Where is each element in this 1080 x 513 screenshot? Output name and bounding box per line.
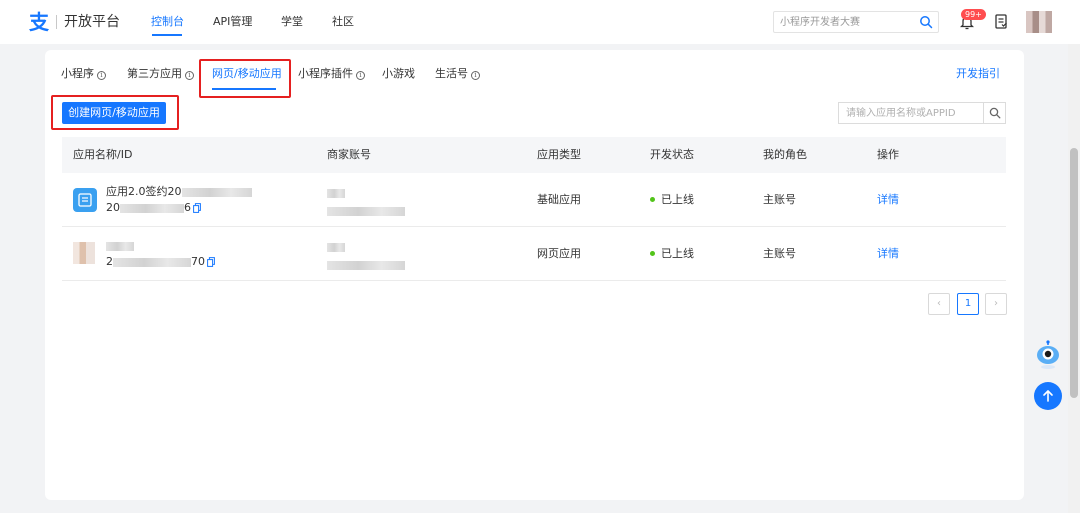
status-text: 已上线 <box>661 193 694 206</box>
column-header-merchant-account: 商家账号 <box>327 148 371 161</box>
redacted-text <box>120 203 184 213</box>
dev-status: 已上线 <box>650 193 694 207</box>
app-icon <box>73 188 97 212</box>
table-row: 应用2.0签约20 20 6 基础应用 已上线 主账号 详情 <box>62 173 1006 227</box>
info-icon[interactable]: i <box>356 71 365 80</box>
column-header-dev-status: 开发状态 <box>650 148 694 161</box>
app-id-suffix: 70 <box>191 255 205 268</box>
scrollbar-thumb[interactable] <box>1070 148 1078 398</box>
back-to-top-button[interactable] <box>1034 382 1062 410</box>
alipay-logo-icon[interactable]: 支 <box>28 11 50 33</box>
pagination-prev-button[interactable]: ‹ <box>928 293 950 315</box>
merchant-account <box>327 240 345 254</box>
tab-life-account[interactable]: 生活号 i <box>435 66 480 82</box>
merchant-account <box>327 186 345 200</box>
platform-title[interactable]: 开放平台 <box>64 12 120 32</box>
app-id: 2 70 <box>106 255 215 269</box>
app-id: 20 6 <box>106 201 201 215</box>
user-avatar[interactable] <box>1026 11 1052 33</box>
tab-label: 小游戏 <box>382 67 415 80</box>
tab-mini-program-plugin[interactable]: 小程序插件 i <box>298 66 365 82</box>
status-text: 已上线 <box>661 247 694 260</box>
create-web-mobile-app-button[interactable]: 创建网页/移动应用 <box>62 102 166 124</box>
detail-link[interactable]: 详情 <box>877 193 899 207</box>
table-header: 应用名称/ID 商家账号 应用类型 开发状态 我的角色 操作 <box>62 137 1006 173</box>
redacted-text <box>327 188 345 198</box>
nav-academy[interactable]: 学堂 <box>281 14 303 30</box>
merchant-account-detail <box>327 258 405 272</box>
detail-link[interactable]: 详情 <box>877 247 899 261</box>
assistant-robot-icon[interactable] <box>1035 340 1061 370</box>
document-icon <box>78 193 92 207</box>
copy-icon[interactable] <box>193 203 201 213</box>
tab-label: 小程序 <box>61 67 94 80</box>
pagination-next-button[interactable]: › <box>985 293 1007 315</box>
merchant-account-detail <box>327 204 405 218</box>
my-role: 主账号 <box>763 247 796 260</box>
dev-guide-link[interactable]: 开发指引 <box>956 66 1000 82</box>
tab-label: 网页/移动应用 <box>212 67 282 80</box>
redacted-text <box>106 241 134 251</box>
tab-web-mobile-app[interactable]: 网页/移动应用 <box>212 66 282 82</box>
redacted-text <box>327 260 405 270</box>
tab-mini-program[interactable]: 小程序 i <box>61 66 106 82</box>
app-search-button[interactable] <box>983 103 1005 123</box>
my-role: 主账号 <box>763 193 796 206</box>
app-name-text: 应用2.0签约20 <box>106 185 182 198</box>
status-dot-icon <box>650 251 655 256</box>
table-row: 2 70 网页应用 已上线 主账号 详情 <box>62 227 1006 281</box>
redacted-text <box>327 242 345 252</box>
column-header-my-role: 我的角色 <box>763 148 807 161</box>
nav-community[interactable]: 社区 <box>332 14 354 30</box>
arrow-up-icon <box>1043 390 1053 402</box>
dev-status: 已上线 <box>650 247 694 261</box>
tab-mini-game[interactable]: 小游戏 <box>382 66 415 82</box>
redacted-text <box>327 206 405 216</box>
tab-label: 第三方应用 <box>127 67 182 80</box>
app-name <box>106 239 134 253</box>
tab-label: 生活号 <box>435 67 468 80</box>
app-name: 应用2.0签约20 <box>106 185 252 199</box>
app-search-input[interactable] <box>846 106 976 120</box>
redacted-text <box>181 187 252 197</box>
column-header-app-type: 应用类型 <box>537 148 581 161</box>
app-type: 网页应用 <box>537 247 581 260</box>
status-dot-icon <box>650 197 655 202</box>
column-header-app-name: 应用名称/ID <box>73 148 133 161</box>
nav-console[interactable]: 控制台 <box>151 14 184 30</box>
page-scrollbar[interactable] <box>1068 44 1080 513</box>
tab-active-indicator <box>212 88 276 90</box>
app-icon <box>73 242 95 264</box>
top-navigation-bar: 支 开放平台 控制台 API管理 学堂 社区 99+ <box>0 0 1080 44</box>
copy-icon[interactable] <box>207 257 215 267</box>
info-icon[interactable]: i <box>185 71 194 80</box>
notification-badge: 99+ <box>961 9 986 20</box>
pagination-page-1[interactable]: 1 <box>957 293 979 315</box>
global-search-input[interactable] <box>780 15 910 29</box>
tab-third-party-app[interactable]: 第三方应用 i <box>127 66 194 82</box>
info-icon[interactable]: i <box>97 71 106 80</box>
global-search-box <box>773 11 939 33</box>
column-header-actions: 操作 <box>877 148 899 161</box>
search-icon <box>989 107 1001 119</box>
nav-api-management[interactable]: API管理 <box>213 14 252 30</box>
app-id-suffix: 6 <box>184 201 191 214</box>
tab-label: 小程序插件 <box>298 67 353 80</box>
app-id-prefix: 2 <box>106 255 113 268</box>
redacted-text <box>113 257 191 267</box>
app-id-prefix: 20 <box>106 201 120 214</box>
nav-active-indicator <box>152 34 182 36</box>
logo-divider <box>56 15 57 29</box>
app-search-box <box>838 102 1006 124</box>
app-type: 基础应用 <box>537 193 581 206</box>
info-icon[interactable]: i <box>471 71 480 80</box>
document-icon[interactable] <box>995 14 1008 29</box>
search-icon[interactable] <box>919 15 933 29</box>
